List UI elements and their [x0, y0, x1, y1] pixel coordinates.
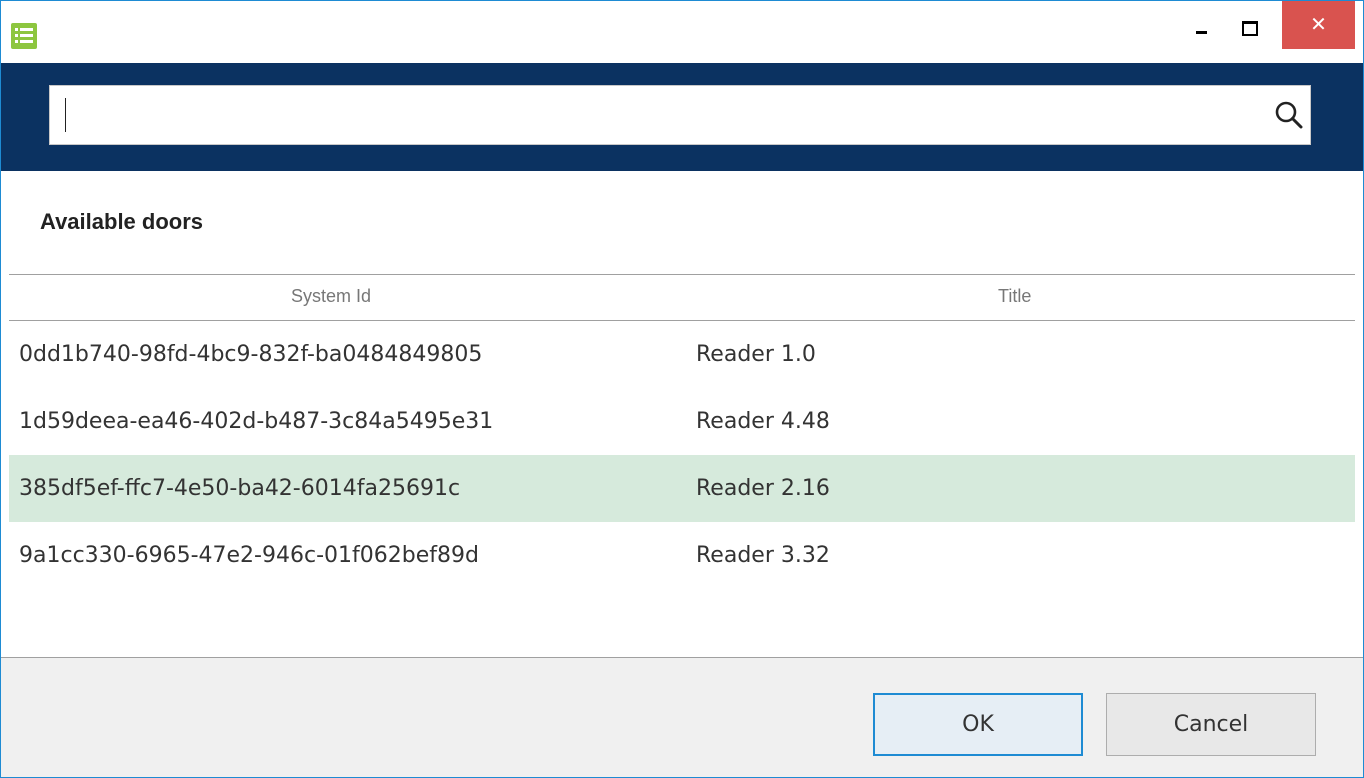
minimize-icon[interactable] — [1178, 1, 1224, 47]
table-body: 0dd1b740-98fd-4bc9-832f-ba0484849805 Read… — [9, 321, 1355, 589]
maximize-icon[interactable] — [1227, 1, 1273, 47]
doors-table: System Id Title 0dd1b740-98fd-4bc9-832f-… — [9, 274, 1355, 589]
column-header-title[interactable]: Title — [998, 286, 1031, 307]
table-header: System Id Title — [9, 274, 1355, 321]
cell-title: Reader 3.32 — [696, 543, 830, 568]
section-title: Available doors — [40, 209, 204, 234]
cell-system-id: 1d59deea-ea46-402d-b487-3c84a5495e31 — [19, 409, 494, 434]
column-header-system-id[interactable]: System Id — [291, 286, 371, 307]
cell-system-id: 9a1cc330-6965-47e2-946c-01f062bef89d — [19, 543, 479, 568]
cell-title: Reader 4.48 — [696, 409, 830, 434]
search-box[interactable] — [49, 85, 1311, 145]
search-icon[interactable] — [1274, 100, 1304, 130]
table-row[interactable]: 385df5ef-ffc7-4e50-ba42-6014fa25691c Read… — [9, 455, 1355, 522]
title-bar[interactable]: ✕ — [1, 1, 1363, 63]
search-header — [1, 63, 1363, 171]
search-input[interactable] — [58, 92, 1242, 140]
cell-system-id: 0dd1b740-98fd-4bc9-832f-ba0484849805 — [19, 342, 483, 367]
table-row[interactable]: 1d59deea-ea46-402d-b487-3c84a5495e31 Read… — [9, 388, 1355, 455]
close-icon: ✕ — [1310, 12, 1327, 36]
close-button[interactable]: ✕ — [1282, 1, 1355, 49]
dialog-footer: OK Cancel — [1, 657, 1363, 777]
cell-title: Reader 1.0 — [696, 342, 816, 367]
cell-system-id: 385df5ef-ffc7-4e50-ba42-6014fa25691c — [19, 476, 461, 501]
table-row[interactable]: 0dd1b740-98fd-4bc9-832f-ba0484849805 Read… — [9, 321, 1355, 388]
cancel-button[interactable]: Cancel — [1106, 693, 1316, 756]
list-icon — [11, 23, 37, 49]
ok-button[interactable]: OK — [873, 693, 1083, 756]
table-row[interactable]: 9a1cc330-6965-47e2-946c-01f062bef89d Read… — [9, 522, 1355, 589]
dialog-window: ✕ Available doors System Id Title 0dd1b7… — [0, 0, 1364, 778]
cell-title: Reader 2.16 — [696, 476, 830, 501]
